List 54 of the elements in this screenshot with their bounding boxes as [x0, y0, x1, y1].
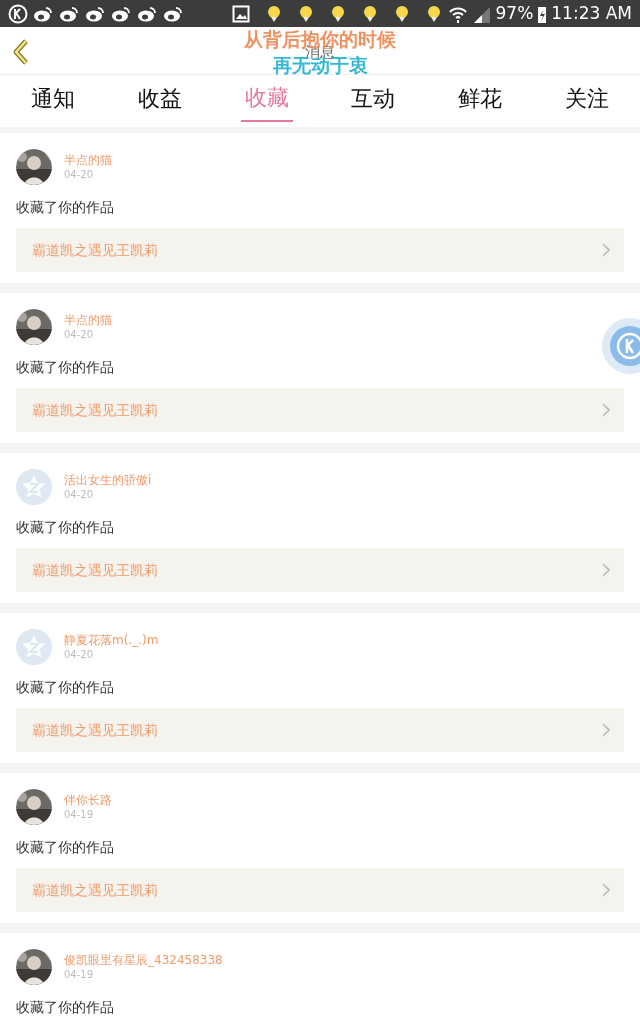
chevron-icon	[602, 243, 610, 257]
message-date: 04-19	[64, 808, 95, 822]
bulb-icon	[394, 4, 410, 23]
app-icon	[8, 3, 28, 24]
action-text: 收藏了你的作品	[16, 998, 115, 1017]
chevron-icon	[602, 723, 610, 737]
clock: 11:23 AM	[551, 1, 632, 25]
bulb-icon	[426, 4, 442, 23]
work-link[interactable]: 霸道凯之遇见王凯莉	[16, 228, 624, 272]
tab[interactable]: 收藏	[240, 80, 293, 122]
tab[interactable]: 鲜花	[453, 81, 506, 121]
default-avatar-icon	[16, 629, 52, 665]
tab[interactable]: 互动	[347, 81, 400, 121]
action-text: 收藏了你的作品	[16, 838, 115, 857]
work-link[interactable]: 霸道凯之遇见王凯莉	[16, 388, 624, 432]
action-text: 收藏了你的作品	[16, 518, 115, 537]
weibo-icon	[84, 4, 106, 23]
bulb-icon	[362, 4, 378, 23]
chevron-icon	[602, 403, 610, 417]
battery-icon	[537, 4, 548, 23]
default-avatar-icon	[16, 469, 52, 505]
message-date: 04-20	[64, 648, 95, 662]
user-name[interactable]: 伴你长路	[64, 792, 112, 808]
weibo-icon	[110, 4, 132, 23]
work-link[interactable]: 霸道凯之遇见王凯莉	[16, 548, 624, 592]
work-link[interactable]: 霸道凯之遇见王凯莉	[16, 868, 624, 912]
message-date: 04-20	[64, 168, 95, 182]
message-date: 04-19	[64, 968, 95, 982]
user-name[interactable]: 半点的猫	[64, 152, 112, 168]
weibo-icon	[58, 4, 80, 23]
image-icon	[232, 4, 250, 23]
weibo-icon	[136, 4, 158, 23]
action-text: 收藏了你的作品	[16, 678, 115, 697]
weibo-icon	[32, 4, 54, 23]
message-date: 04-20	[64, 488, 95, 502]
work-link[interactable]: 霸道凯之遇见王凯莉	[16, 708, 624, 752]
weibo-icon	[162, 4, 184, 23]
message-date: 04-20	[64, 328, 95, 342]
bulb-icon	[330, 4, 346, 23]
tab[interactable]: 关注	[560, 81, 613, 121]
bulb-icon	[266, 4, 282, 23]
back-icon	[11, 38, 31, 66]
action-text: 收藏了你的作品	[16, 358, 115, 377]
bulb-icon	[298, 4, 314, 23]
tab[interactable]: 收益	[134, 81, 186, 121]
battery-level: 97%	[495, 1, 534, 25]
user-name[interactable]: 活出女生的骄傲i	[64, 472, 152, 488]
chevron-icon	[602, 563, 610, 577]
action-text: 收藏了你的作品	[16, 198, 115, 217]
user-name[interactable]: 俊凯眼里有星辰_432458338	[64, 952, 223, 968]
user-name[interactable]: 半点的猫	[64, 312, 112, 328]
tab[interactable]: 通知	[27, 81, 80, 121]
user-name[interactable]: 静夏花落m(._.)m	[64, 632, 159, 648]
chevron-icon	[602, 883, 610, 897]
